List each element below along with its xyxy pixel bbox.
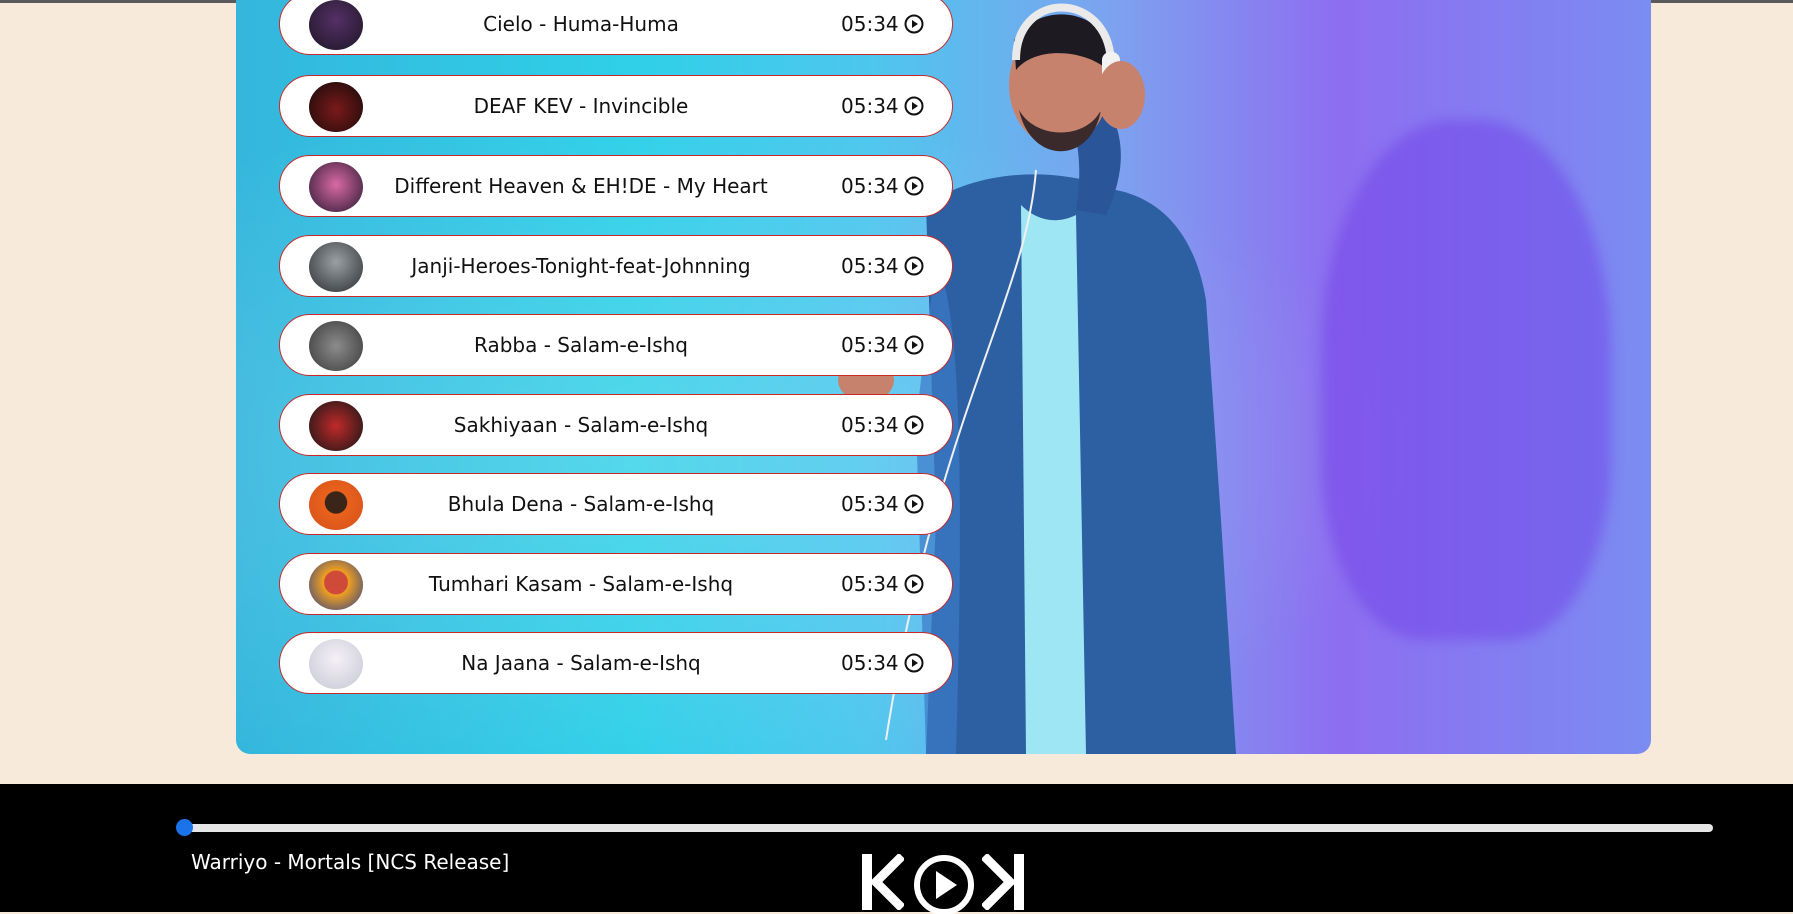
cover-icon bbox=[309, 639, 363, 689]
track-title: DEAF KEV - Invincible bbox=[473, 94, 689, 118]
track-duration: 05:34 bbox=[841, 651, 899, 675]
hero-banner: Cielo - Huma-Huma 05:34 DEAF KEV - Invin… bbox=[236, 0, 1651, 754]
next-icon[interactable] bbox=[982, 854, 1024, 910]
play-icon[interactable] bbox=[904, 574, 924, 594]
progress-slider[interactable] bbox=[176, 819, 1713, 836]
cover-icon bbox=[309, 560, 363, 610]
cover-icon bbox=[309, 321, 363, 371]
play-icon[interactable] bbox=[904, 494, 924, 514]
previous-icon[interactable] bbox=[862, 854, 904, 910]
cover-icon bbox=[309, 480, 363, 530]
track-item[interactable]: Cielo - Huma-Huma 05:34 bbox=[279, 0, 953, 55]
track-title: Janji-Heroes-Tonight-feat-Johnning bbox=[411, 254, 751, 278]
track-duration: 05:34 bbox=[841, 254, 899, 278]
play-icon[interactable] bbox=[904, 96, 924, 116]
track-duration: 05:34 bbox=[841, 333, 899, 357]
cover-icon bbox=[309, 162, 363, 212]
track-title: Cielo - Huma-Huma bbox=[483, 12, 679, 36]
track-title: Rabba - Salam-e-Ishq bbox=[474, 333, 688, 357]
play-icon[interactable] bbox=[913, 854, 975, 914]
track-item[interactable]: Different Heaven & EH!DE - My Heart 05:3… bbox=[279, 155, 953, 217]
track-item[interactable]: Bhula Dena - Salam-e-Ishq 05:34 bbox=[279, 473, 953, 535]
play-icon[interactable] bbox=[904, 14, 924, 34]
track-title: Na Jaana - Salam-e-Ishq bbox=[461, 651, 701, 675]
track-item[interactable]: Tumhari Kasam - Salam-e-Ishq 05:34 bbox=[279, 553, 953, 615]
play-icon[interactable] bbox=[904, 335, 924, 355]
play-icon[interactable] bbox=[904, 256, 924, 276]
progress-knob[interactable] bbox=[176, 819, 193, 836]
track-item[interactable]: Na Jaana - Salam-e-Ishq 05:34 bbox=[279, 632, 953, 694]
track-item[interactable]: Rabba - Salam-e-Ishq 05:34 bbox=[279, 314, 953, 376]
play-icon[interactable] bbox=[904, 415, 924, 435]
cover-icon bbox=[309, 0, 363, 50]
track-item[interactable]: DEAF KEV - Invincible 05:34 bbox=[279, 75, 953, 137]
play-icon[interactable] bbox=[904, 653, 924, 673]
track-title: Tumhari Kasam - Salam-e-Ishq bbox=[428, 572, 734, 596]
play-icon[interactable] bbox=[904, 176, 924, 196]
track-duration: 05:34 bbox=[841, 12, 899, 36]
cover-icon bbox=[309, 242, 363, 292]
track-item[interactable]: Janji-Heroes-Tonight-feat-Johnning 05:34 bbox=[279, 235, 953, 297]
track-item[interactable]: Sakhiyaan - Salam-e-Ishq 05:34 bbox=[279, 394, 953, 456]
track-duration: 05:34 bbox=[841, 413, 899, 437]
track-title: Sakhiyaan - Salam-e-Ishq bbox=[453, 413, 709, 437]
now-playing-title: Warriyo - Mortals [NCS Release] bbox=[191, 850, 510, 874]
track-title: Bhula Dena - Salam-e-Ishq bbox=[447, 492, 715, 516]
track-duration: 05:34 bbox=[841, 572, 899, 596]
track-duration: 05:34 bbox=[841, 492, 899, 516]
cover-icon bbox=[309, 401, 363, 451]
track-duration: 05:34 bbox=[841, 174, 899, 198]
track-duration: 05:34 bbox=[841, 94, 899, 118]
cover-icon bbox=[309, 82, 363, 132]
track-title: Different Heaven & EH!DE - My Heart bbox=[394, 174, 768, 198]
player-bar: Warriyo - Mortals [NCS Release] bbox=[0, 784, 1793, 914]
